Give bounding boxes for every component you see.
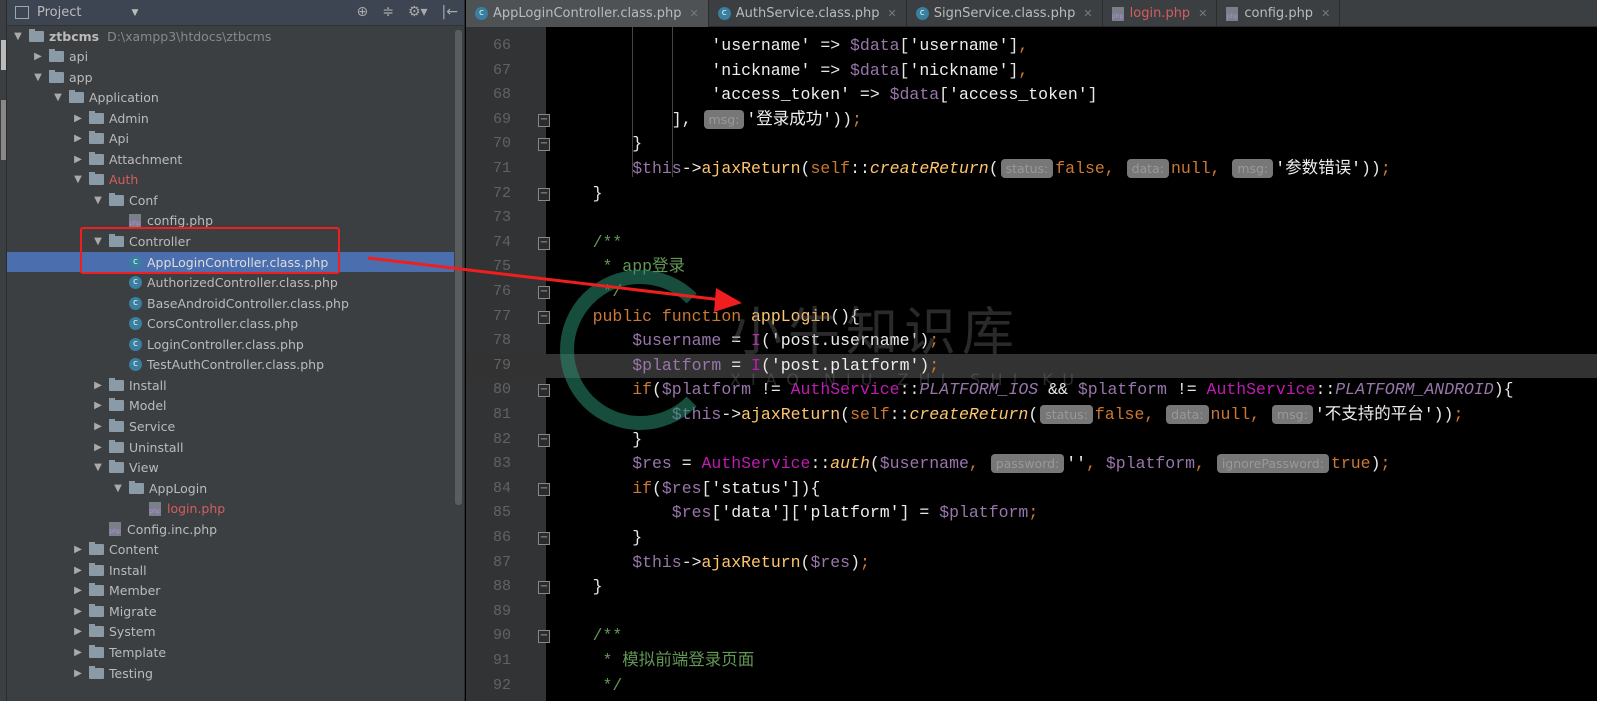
annotation-arrow — [367, 256, 742, 312]
